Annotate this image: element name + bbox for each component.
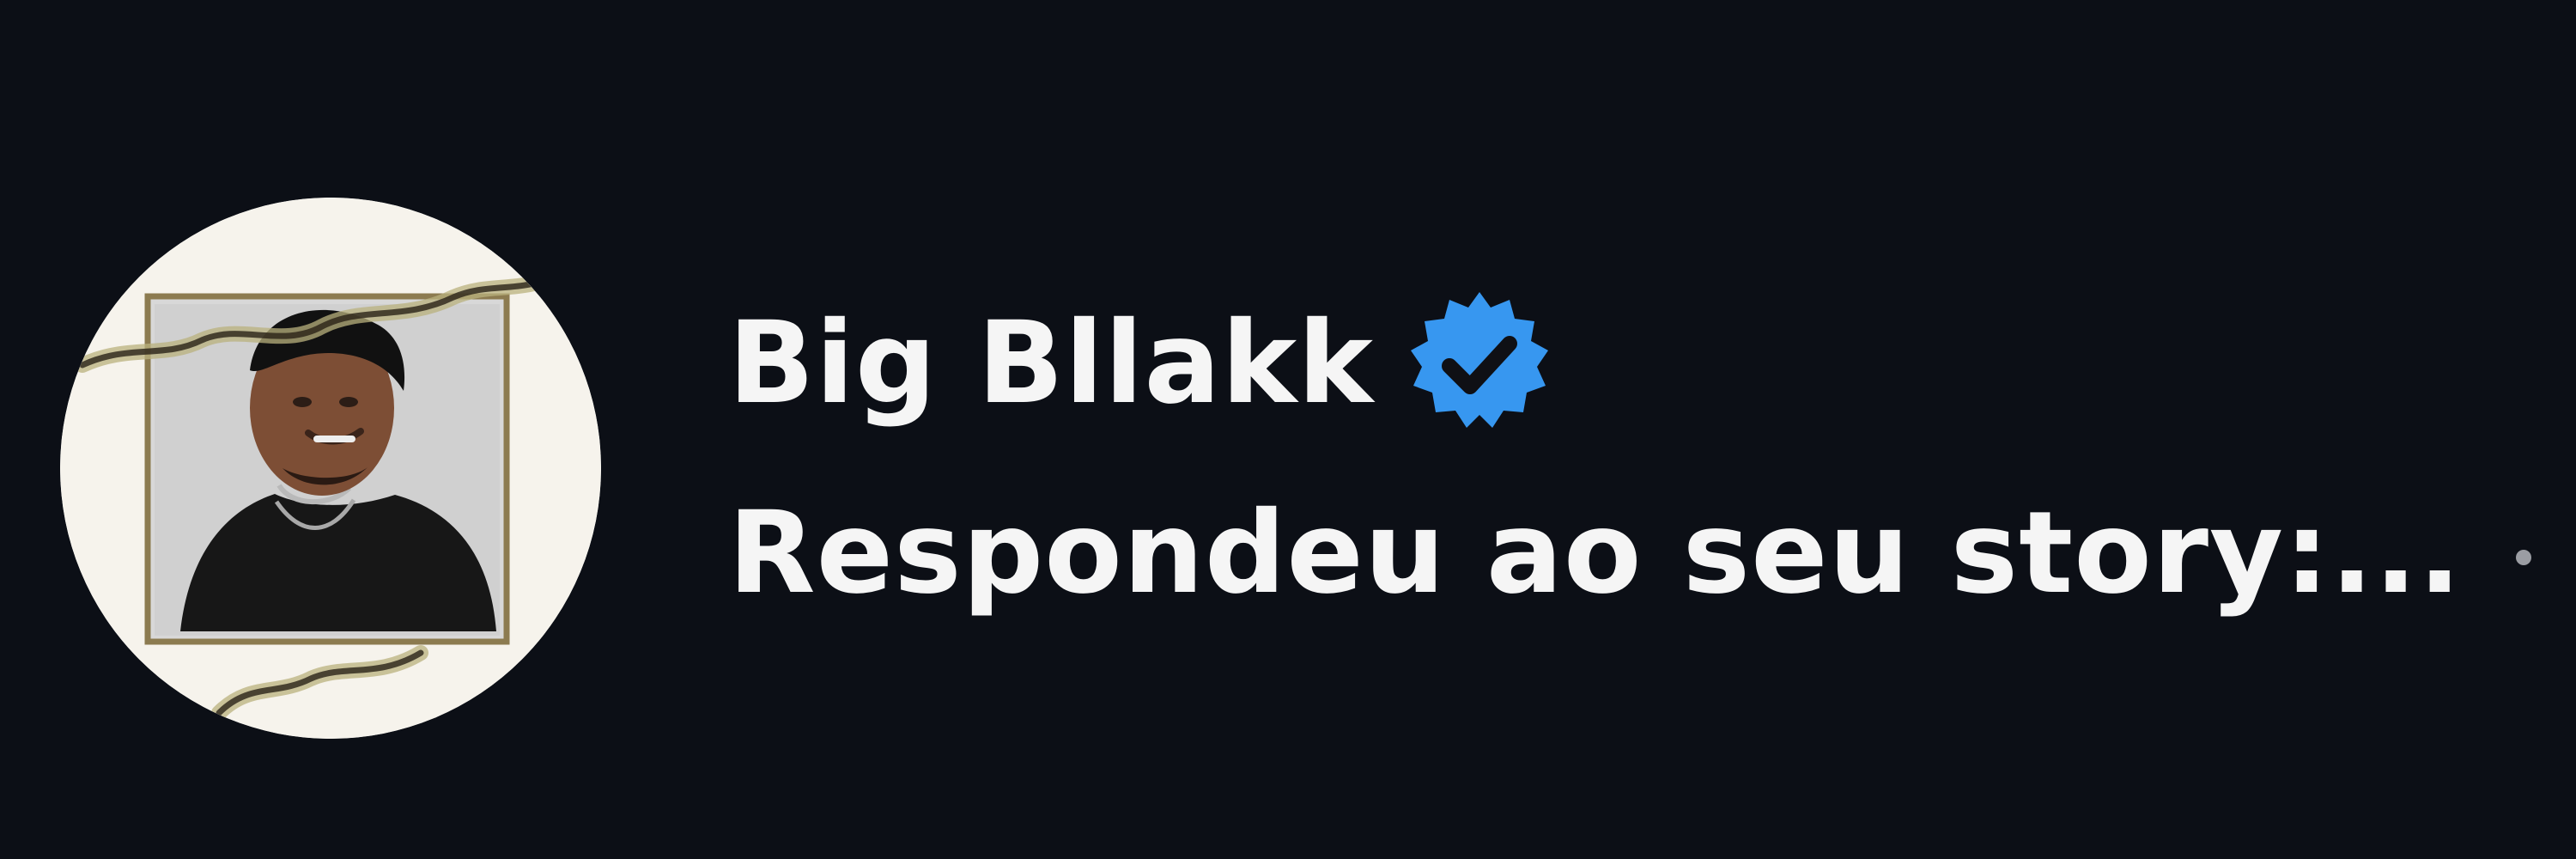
profile-cover-icon [60,198,601,739]
username: Big Bllakk [728,297,1375,430]
unread-dot [2516,550,2531,565]
conversation-row[interactable]: Big Bllakk Respondeu ao seu story:... [0,0,2576,859]
verified-badge-icon [1408,292,1551,435]
message-preview: Respondeu ao seu story:... [728,487,2463,619]
avatar[interactable] [60,198,601,739]
conversation-title: Big Bllakk [728,290,1551,436]
